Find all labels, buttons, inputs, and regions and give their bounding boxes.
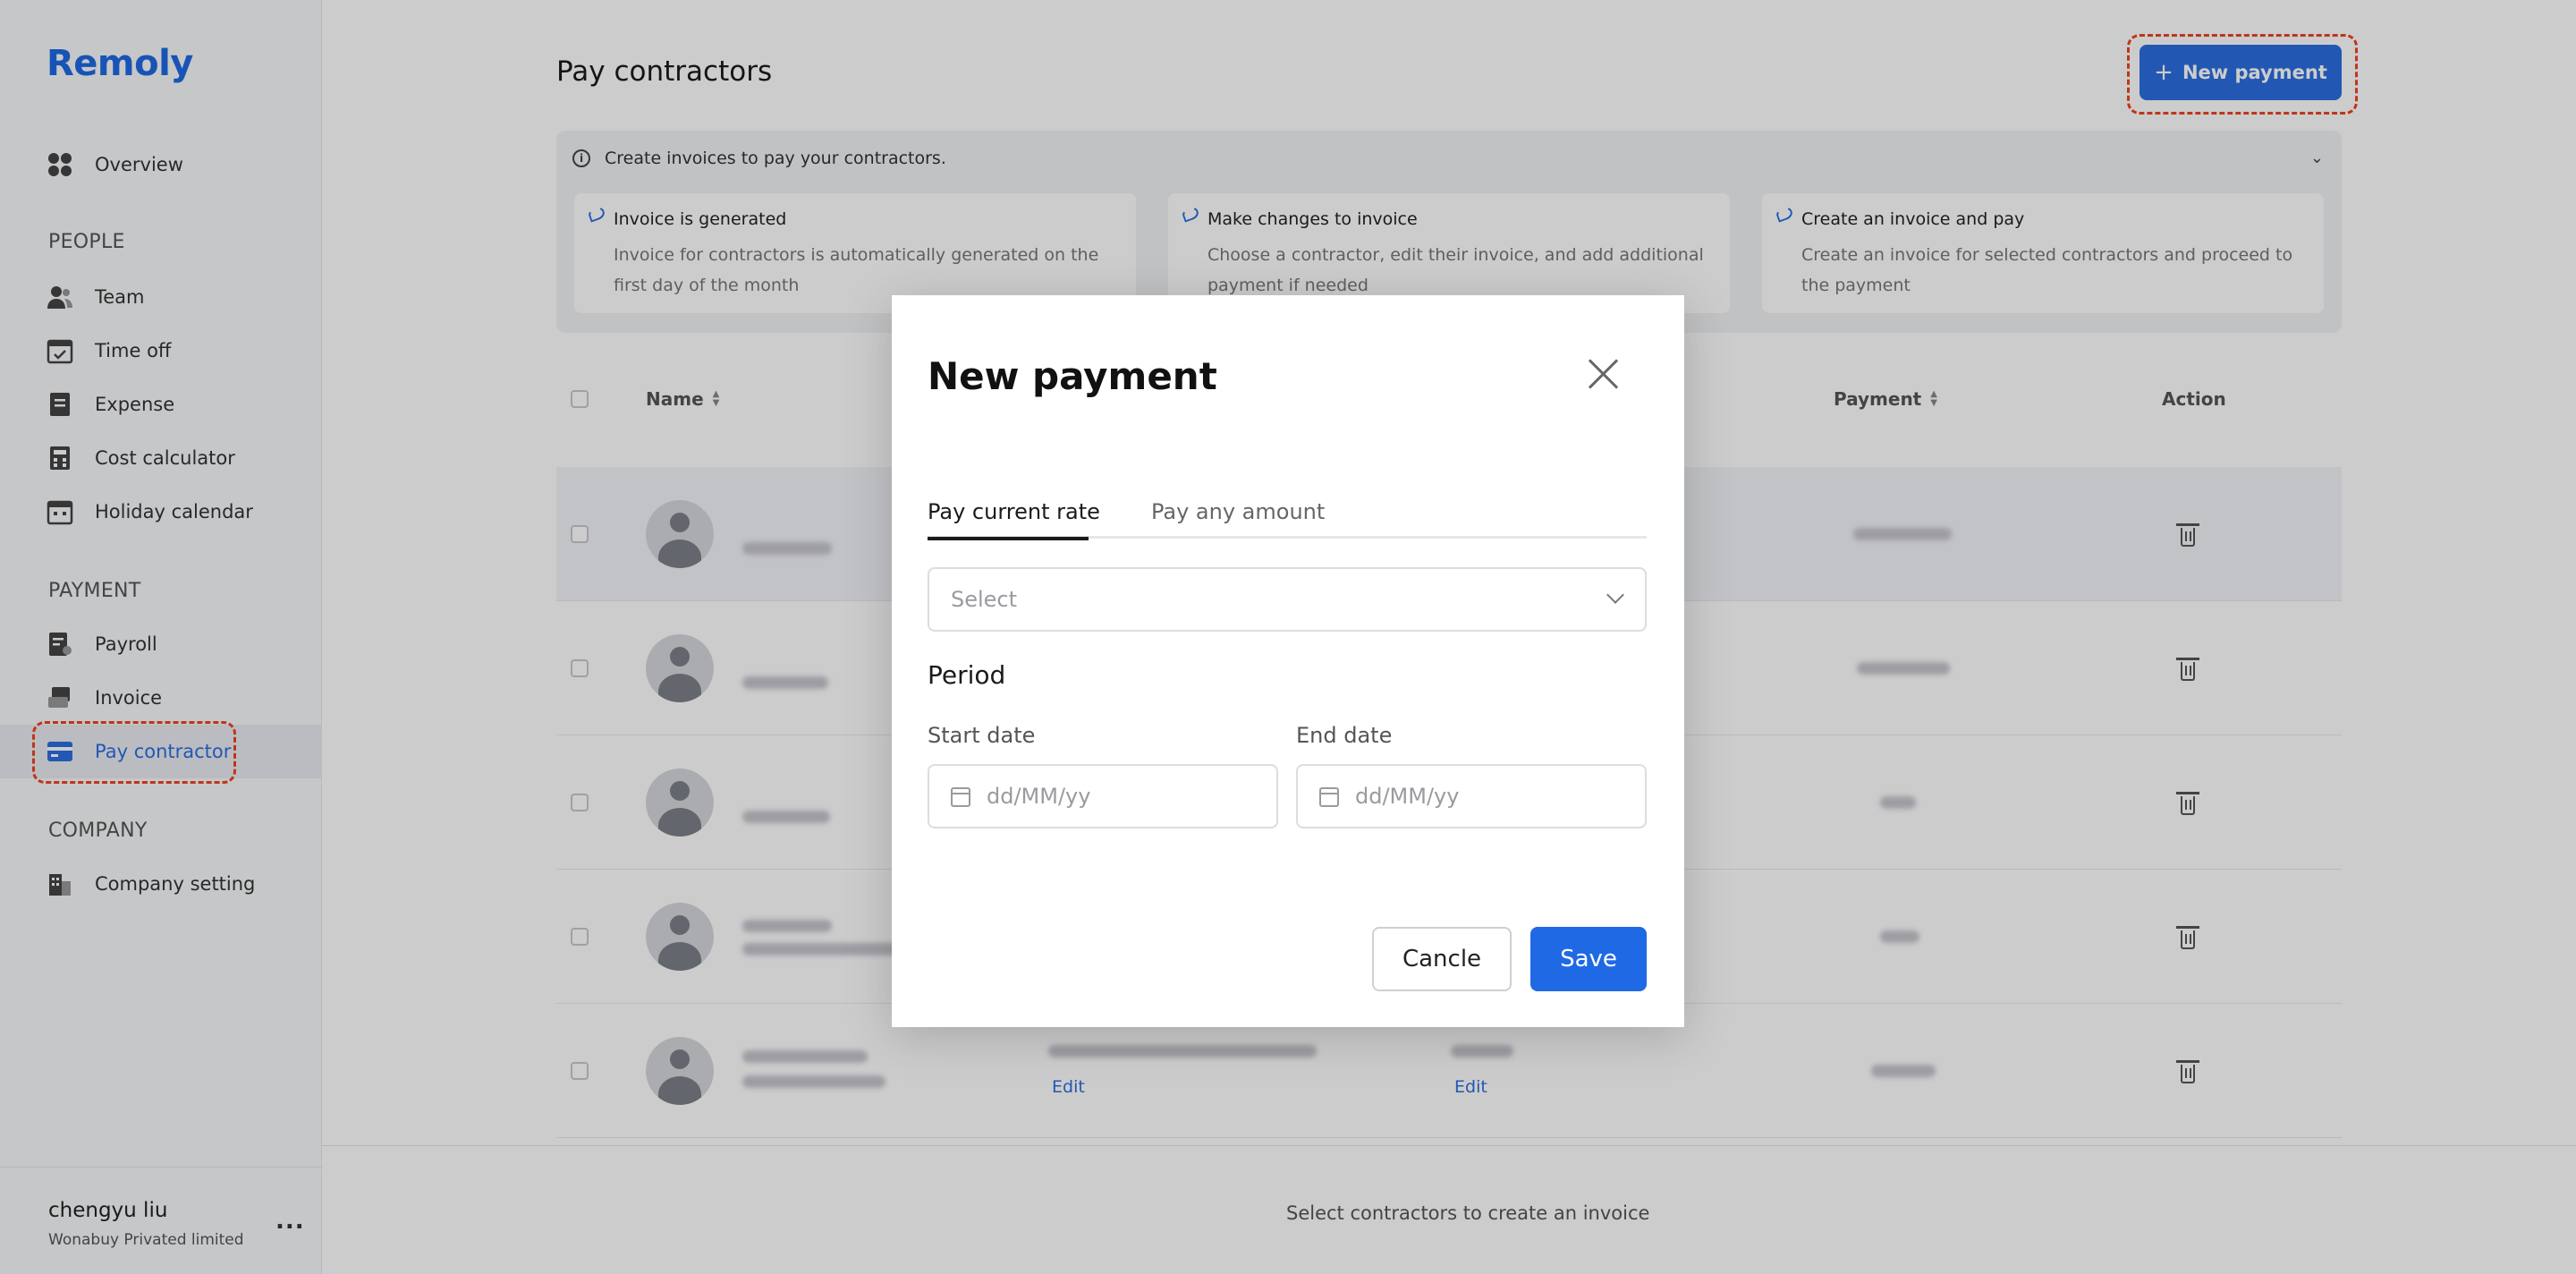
cancel-button[interactable]: Cancle xyxy=(1372,927,1512,991)
start-date-label: Start date xyxy=(928,723,1036,748)
date-placeholder: dd/MM/yy xyxy=(1355,784,1460,809)
modal-title: New payment xyxy=(928,354,1217,398)
end-date-input[interactable]: dd/MM/yy xyxy=(1296,764,1647,828)
contractor-select[interactable]: Select xyxy=(928,567,1647,632)
period-label: Period xyxy=(928,660,1006,690)
start-date-input[interactable]: dd/MM/yy xyxy=(928,764,1278,828)
tab-pay-any-amount[interactable]: Pay any amount xyxy=(1151,499,1325,524)
close-icon[interactable] xyxy=(1585,356,1621,392)
new-payment-modal: New payment Pay current rate Pay any amo… xyxy=(892,295,1684,1027)
calendar-icon xyxy=(1319,787,1339,807)
calendar-icon xyxy=(951,787,970,807)
active-tab-indicator xyxy=(928,537,1089,540)
chevron-down-icon xyxy=(1606,586,1624,604)
tab-pay-current-rate[interactable]: Pay current rate xyxy=(928,499,1100,524)
save-button[interactable]: Save xyxy=(1530,927,1647,991)
payment-tabs: Pay current rate Pay any amount xyxy=(928,496,1647,540)
select-placeholder: Select xyxy=(951,587,1018,612)
end-date-label: End date xyxy=(1296,723,1393,748)
date-placeholder: dd/MM/yy xyxy=(987,784,1091,809)
